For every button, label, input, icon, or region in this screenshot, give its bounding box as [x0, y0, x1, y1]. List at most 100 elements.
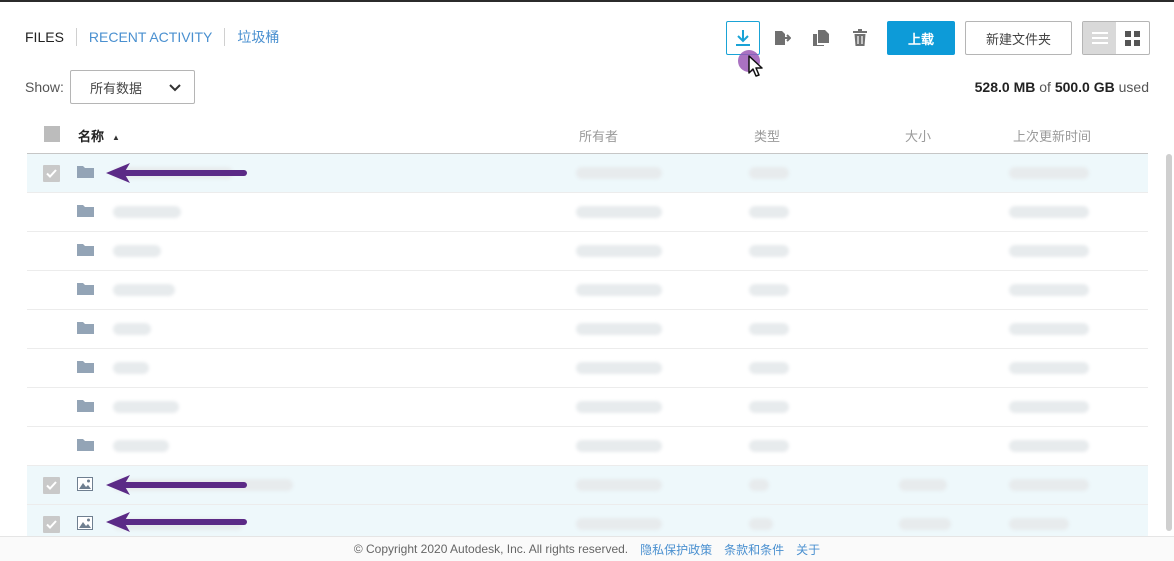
chevron-down-icon: [169, 84, 181, 92]
copy-icon: [813, 30, 829, 46]
redacted-name: [113, 206, 181, 218]
window-top-border: [0, 0, 1174, 2]
redacted-type: [749, 284, 789, 296]
check-icon: [46, 520, 57, 529]
image-file-icon: [77, 477, 93, 491]
redacted-owner: [576, 401, 662, 413]
table-row[interactable]: [27, 271, 1148, 310]
usage-used: 528.0 MB: [974, 79, 1036, 95]
sort-ascending-icon: ▲: [112, 133, 120, 143]
privacy-link[interactable]: 隐私保护政策: [640, 541, 712, 558]
table-row[interactable]: [27, 388, 1148, 427]
redacted-date: [1009, 518, 1069, 530]
grid-view-icon: [1125, 30, 1140, 46]
folder-icon: [77, 205, 94, 217]
redacted-date: [1009, 206, 1089, 218]
mouse-pointer-icon: [748, 55, 763, 77]
grid-view-button[interactable]: [1116, 22, 1149, 54]
redacted-type: [749, 518, 773, 530]
trash-icon: [853, 29, 867, 46]
redacted-date: [1009, 284, 1089, 296]
column-header-modified[interactable]: 上次更新时间: [1013, 126, 1091, 145]
move-icon: [775, 31, 791, 45]
table-header: 名称 ▲ 所有者 类型 大小 上次更新时间: [27, 116, 1148, 154]
list-view-button[interactable]: [1083, 22, 1116, 54]
redacted-type: [749, 362, 789, 374]
redacted-date: [1009, 479, 1089, 491]
redacted-owner: [576, 167, 662, 179]
folder-icon: [77, 439, 94, 451]
list-view-icon: [1091, 32, 1108, 44]
redacted-date: [1009, 323, 1089, 335]
column-header-name-label: 名称: [78, 129, 105, 144]
table-row[interactable]: [27, 349, 1148, 388]
usage-suffix: used: [1118, 79, 1149, 95]
tab-trash[interactable]: 垃圾桶: [224, 28, 291, 46]
redacted-owner: [576, 479, 662, 491]
tab-recent-activity[interactable]: RECENT ACTIVITY: [75, 28, 224, 46]
redacted-date: [1009, 362, 1089, 374]
annotation-arrow-icon: [106, 512, 247, 532]
copyright-text: © Copyright 2020 Autodesk, Inc. All righ…: [353, 542, 629, 556]
redacted-type: [749, 440, 789, 452]
vertical-scrollbar[interactable]: [1166, 154, 1172, 531]
tab-files[interactable]: FILES: [25, 28, 76, 46]
redacted-type: [749, 167, 789, 179]
folder-icon: [77, 400, 94, 412]
folder-icon: [77, 361, 94, 373]
column-header-type[interactable]: 类型: [754, 126, 780, 145]
table-row[interactable]: [27, 232, 1148, 271]
redacted-owner: [576, 518, 662, 530]
redacted-owner: [576, 440, 662, 452]
row-checkbox[interactable]: [43, 516, 60, 533]
redacted-type: [749, 245, 789, 257]
delete-button[interactable]: [843, 21, 877, 55]
column-header-size[interactable]: 大小: [905, 126, 931, 145]
terms-link[interactable]: 条款和条件: [724, 541, 784, 558]
folder-icon: [77, 322, 94, 334]
redacted-name: [113, 323, 151, 335]
redacted-date: [1009, 245, 1089, 257]
move-button[interactable]: [765, 21, 799, 55]
redacted-name: [113, 401, 179, 413]
redacted-name: [113, 440, 169, 452]
column-header-owner[interactable]: 所有者: [579, 126, 618, 145]
column-header-name[interactable]: 名称 ▲: [78, 126, 120, 145]
upload-button[interactable]: 上载: [887, 21, 955, 55]
show-label: Show:: [25, 79, 64, 95]
redacted-owner: [576, 323, 662, 335]
storage-usage: 528.0 MB of 500.0 GB used: [975, 79, 1149, 95]
redacted-owner: [576, 245, 662, 257]
image-file-icon: [77, 516, 93, 530]
folder-icon: [77, 283, 94, 295]
footer: © Copyright 2020 Autodesk, Inc. All righ…: [0, 536, 1174, 561]
table-row[interactable]: [27, 310, 1148, 349]
about-link[interactable]: 关于: [796, 541, 820, 558]
redacted-name: [113, 362, 149, 374]
view-toggle: [1082, 21, 1150, 55]
redacted-size: [899, 518, 951, 530]
show-filter-value: 所有数据: [90, 80, 143, 96]
table-row[interactable]: [27, 427, 1148, 466]
select-all-checkbox[interactable]: [44, 126, 60, 142]
row-checkbox[interactable]: [43, 165, 60, 182]
redacted-type: [749, 401, 789, 413]
check-icon: [46, 169, 57, 178]
download-button[interactable]: [726, 21, 760, 55]
annotation-arrow-icon: [106, 475, 247, 495]
copy-button[interactable]: [804, 21, 838, 55]
check-icon: [46, 481, 57, 490]
redacted-type: [749, 479, 769, 491]
redacted-owner: [576, 284, 662, 296]
redacted-size: [899, 479, 947, 491]
redacted-owner: [576, 206, 662, 218]
new-folder-button[interactable]: 新建文件夹: [965, 21, 1072, 55]
show-filter-dropdown[interactable]: 所有数据: [70, 70, 195, 104]
usage-total: 500.0 GB: [1054, 79, 1115, 95]
annotation-arrow-icon: [106, 163, 247, 183]
row-checkbox[interactable]: [43, 477, 60, 494]
header-tabs: FILES RECENT ACTIVITY 垃圾桶: [25, 28, 291, 46]
table-row[interactable]: [27, 193, 1148, 232]
folder-icon: [77, 244, 94, 256]
redacted-date: [1009, 440, 1089, 452]
